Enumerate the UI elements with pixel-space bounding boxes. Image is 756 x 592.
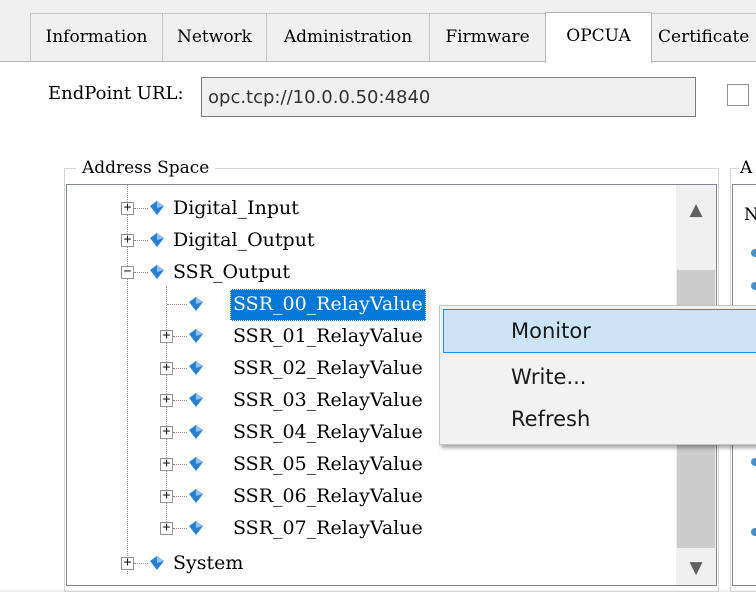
menu-item-write[interactable]: Write... xyxy=(443,355,756,399)
right-list-item-icon xyxy=(751,282,756,290)
tree-node-label[interactable]: Digital_Output xyxy=(170,225,318,257)
expand-icon[interactable]: + xyxy=(160,393,173,407)
tab-information[interactable]: Information xyxy=(30,13,163,62)
tab-opcua[interactable]: OPCUA xyxy=(545,12,652,63)
blue-diamond-icon xyxy=(150,201,164,215)
right-list-item-icon xyxy=(751,458,756,466)
tree-node-label[interactable]: SSR_05_RelayValue xyxy=(230,449,426,481)
scroll-up-icon[interactable]: ▲ xyxy=(676,190,716,230)
blue-diamond-icon xyxy=(150,233,164,247)
tree-node-label[interactable]: Digital_Input xyxy=(170,193,302,225)
tab-strip: Information Network Administration Firmw… xyxy=(0,0,756,63)
scroll-down-icon[interactable]: ▼ xyxy=(676,548,716,588)
tree-node-label[interactable]: SSR_01_RelayValue xyxy=(230,321,426,353)
blue-diamond-icon xyxy=(189,361,203,375)
right-list-item-icon xyxy=(751,249,756,257)
expand-icon[interactable]: + xyxy=(121,233,134,247)
expand-icon[interactable]: + xyxy=(160,425,173,439)
blue-diamond-icon xyxy=(189,425,203,439)
tree-node-ssr-07[interactable]: + SSR_07_RelayValue xyxy=(67,513,667,545)
collapse-icon[interactable]: − xyxy=(121,265,134,279)
expand-icon[interactable]: + xyxy=(160,457,173,471)
right-list-item-icon xyxy=(751,528,756,536)
tree-node-label[interactable]: System xyxy=(170,548,246,580)
endpoint-checkbox[interactable] xyxy=(727,84,749,106)
blue-diamond-icon xyxy=(189,393,203,407)
address-space-legend: Address Space xyxy=(76,155,216,181)
tab-network[interactable]: Network xyxy=(162,13,267,62)
expand-icon[interactable]: + xyxy=(121,201,134,215)
tree-node-label[interactable]: SSR_Output xyxy=(170,257,293,289)
tree-node-label[interactable]: SSR_07_RelayValue xyxy=(230,513,426,545)
tree-node-label[interactable]: SSR_02_RelayValue xyxy=(230,353,426,385)
expand-icon[interactable]: + xyxy=(160,489,173,503)
tree-node-label[interactable]: SSR_03_RelayValue xyxy=(230,385,426,417)
right-list-header: N xyxy=(744,205,756,225)
tree-node-system[interactable]: + System xyxy=(67,548,667,580)
blue-diamond-icon xyxy=(189,521,203,535)
endpoint-url-label: EndPoint URL: xyxy=(48,83,184,104)
expand-icon[interactable]: + xyxy=(160,329,173,343)
expand-icon[interactable]: + xyxy=(121,556,134,570)
tree-node-ssr-output[interactable]: − SSR_Output xyxy=(67,257,667,289)
blue-diamond-icon xyxy=(189,457,203,471)
tree-node-label-selected[interactable]: SSR_00_RelayValue xyxy=(230,289,426,321)
tree-node-label[interactable]: SSR_04_RelayValue xyxy=(230,417,426,449)
menu-item-monitor[interactable]: Monitor xyxy=(443,309,756,353)
tab-firmware[interactable]: Firmware xyxy=(429,13,546,62)
expand-icon[interactable]: + xyxy=(160,521,173,535)
tab-administration[interactable]: Administration xyxy=(266,13,430,62)
tree-node-digital-output[interactable]: + Digital_Output xyxy=(67,225,667,257)
menu-item-refresh[interactable]: Refresh xyxy=(443,397,756,441)
blue-diamond-icon xyxy=(189,489,203,503)
blue-diamond-icon xyxy=(189,297,203,311)
blue-diamond-icon xyxy=(150,556,164,570)
tree-node-ssr-06[interactable]: + SSR_06_RelayValue xyxy=(67,481,667,513)
tab-certificate[interactable]: Certificate xyxy=(651,13,756,62)
tree-node-label[interactable]: SSR_06_RelayValue xyxy=(230,481,426,513)
blue-diamond-icon xyxy=(150,265,164,279)
tree-node-digital-input[interactable]: + Digital_Input xyxy=(67,193,667,225)
right-group-legend: A xyxy=(740,155,756,181)
endpoint-url-input[interactable] xyxy=(201,77,696,117)
tree-node-ssr-05[interactable]: + SSR_05_RelayValue xyxy=(67,449,667,481)
expand-icon[interactable]: + xyxy=(160,361,173,375)
context-menu: Monitor Write... Refresh xyxy=(439,305,756,445)
blue-diamond-icon xyxy=(189,329,203,343)
